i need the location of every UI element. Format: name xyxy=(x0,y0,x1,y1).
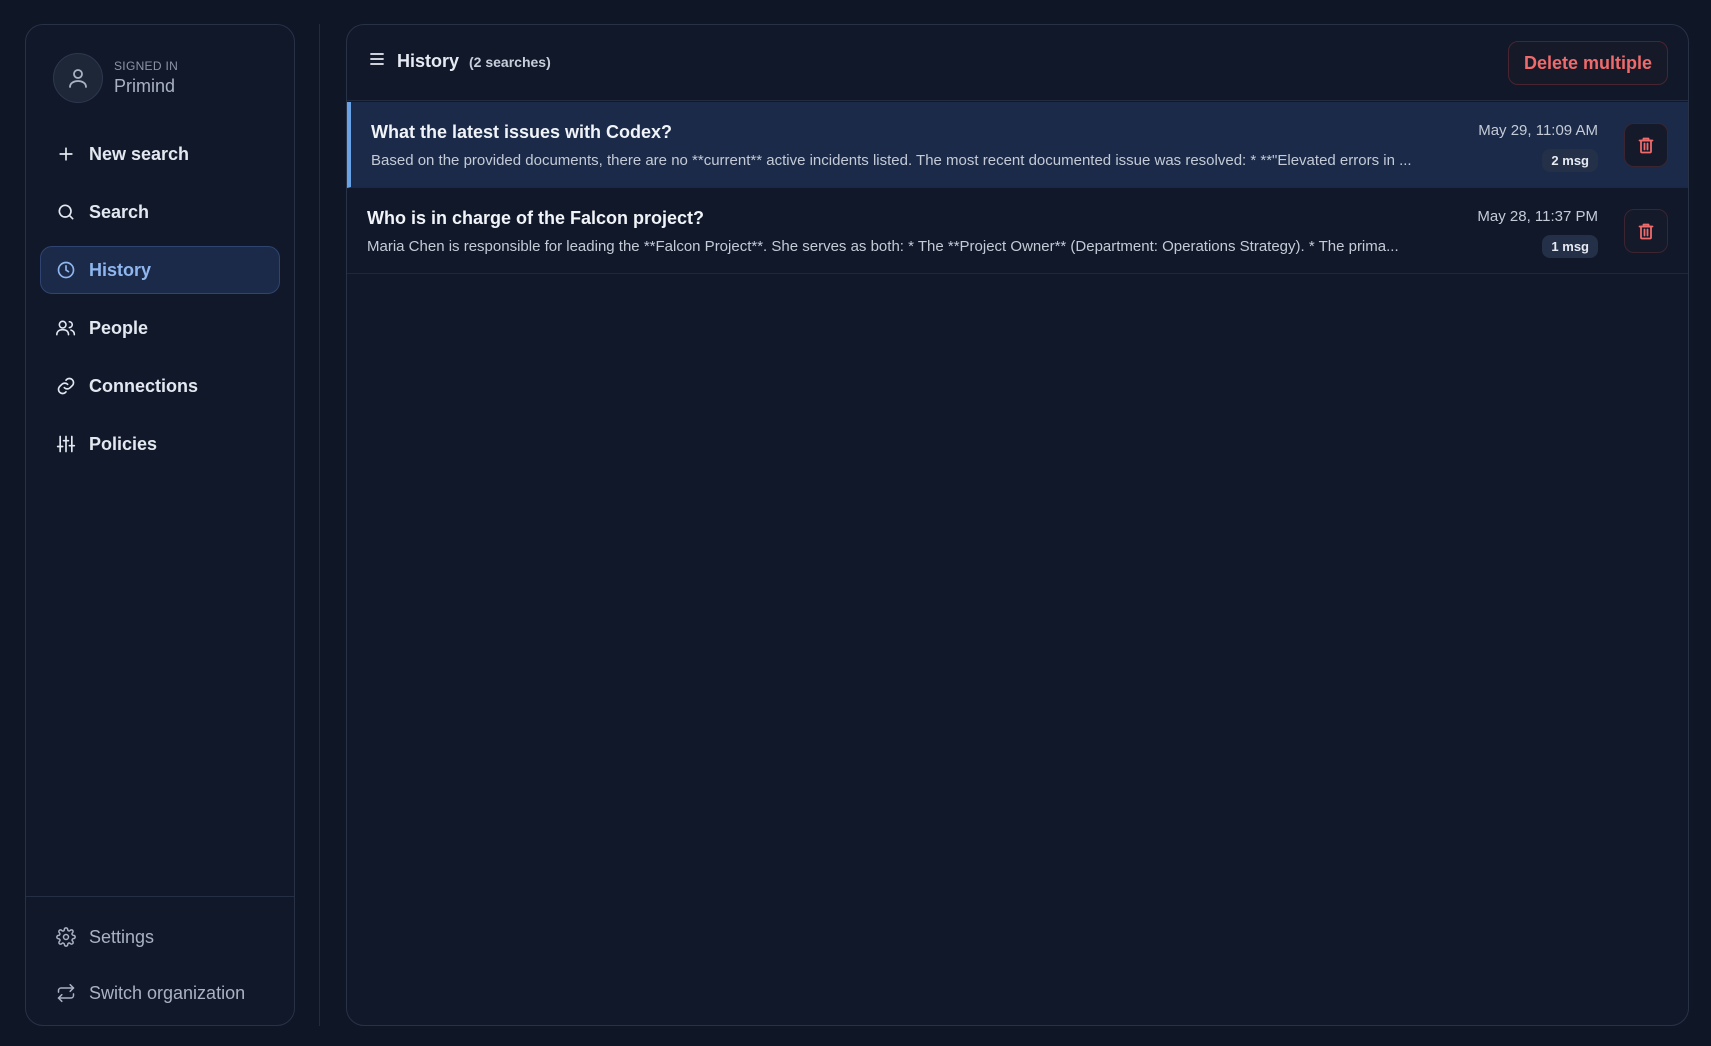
search-icon xyxy=(55,201,77,223)
avatar xyxy=(53,53,103,103)
page-title: History xyxy=(397,51,460,71)
history-header: History (2 searches) Delete multiple xyxy=(347,25,1688,101)
nav-settings-label: Settings xyxy=(89,926,155,947)
nav-new-search-label: New search xyxy=(89,143,190,164)
clock-icon xyxy=(55,259,77,281)
sidebar-divider xyxy=(26,896,294,897)
trash-icon xyxy=(1638,137,1654,153)
nav-switch-organization[interactable]: Switch organization xyxy=(40,969,280,1017)
delete-multiple-button[interactable]: Delete multiple xyxy=(1507,41,1668,85)
nav-history[interactable]: History xyxy=(40,246,280,294)
history-item-title: Who is in charge of the Falcon project? xyxy=(367,208,705,228)
list-icon xyxy=(369,51,385,72)
nav-search[interactable]: Search xyxy=(40,188,280,236)
history-item-snippet: Maria Chen is responsible for leading th… xyxy=(367,238,1399,255)
nav-connections[interactable]: Connections xyxy=(40,362,280,410)
nav-policies-label: Policies xyxy=(89,433,158,454)
sidebar: SIGNED IN Primind New search Search Hist… xyxy=(25,24,295,1026)
sliders-icon xyxy=(55,433,77,455)
delete-item-button[interactable] xyxy=(1624,209,1668,253)
nav-policies[interactable]: Policies xyxy=(40,420,280,468)
history-item[interactable]: Who is in charge of the Falcon project? … xyxy=(347,188,1688,274)
nav-settings[interactable]: Settings xyxy=(40,913,280,961)
message-count-badge: 2 msg xyxy=(1542,149,1598,172)
history-item[interactable]: What the latest issues with Codex? Based… xyxy=(347,102,1688,188)
user-profile: SIGNED IN Primind xyxy=(53,53,178,103)
gear-icon xyxy=(55,926,77,948)
link-icon xyxy=(55,375,77,397)
history-panel: History (2 searches) Delete multiple Wha… xyxy=(346,24,1689,1026)
plus-icon xyxy=(55,143,77,165)
history-item-snippet: Based on the provided documents, there a… xyxy=(371,152,1412,169)
nav-people-label: People xyxy=(89,317,149,338)
nav-history-label: History xyxy=(89,259,152,280)
switch-icon xyxy=(55,982,77,1004)
panel-divider xyxy=(319,24,320,1026)
message-count-badge: 1 msg xyxy=(1542,235,1598,258)
user-name: Primind xyxy=(114,76,176,96)
nav-connections-label: Connections xyxy=(89,375,199,396)
history-item-title: What the latest issues with Codex? xyxy=(371,122,673,142)
history-item-date: May 28, 11:37 PM xyxy=(1477,208,1598,225)
nav-people[interactable]: People xyxy=(40,304,280,352)
people-icon xyxy=(55,317,77,339)
nav-search-label: Search xyxy=(89,201,150,222)
search-count: (2 searches) xyxy=(469,53,551,70)
nav-new-search[interactable]: New search xyxy=(40,130,280,178)
history-item-date: May 29, 11:09 AM xyxy=(1478,122,1598,139)
delete-item-button[interactable] xyxy=(1624,123,1668,167)
trash-icon xyxy=(1638,223,1654,239)
user-icon xyxy=(69,69,87,88)
signed-in-label: SIGNED IN xyxy=(114,59,179,73)
nav-switch-organization-label: Switch organization xyxy=(89,982,246,1003)
